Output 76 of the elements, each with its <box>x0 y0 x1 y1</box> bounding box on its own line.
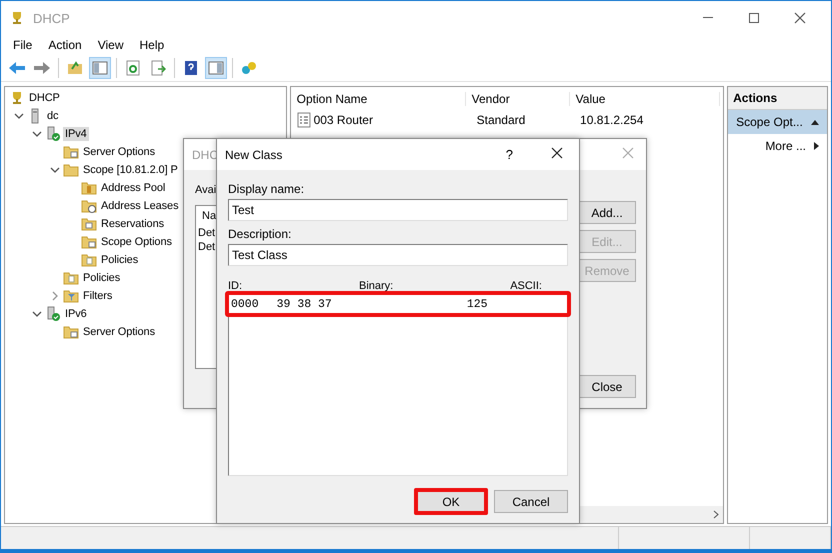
tree-item[interactable]: dc <box>45 109 60 123</box>
dialog-button[interactable]: OK <box>414 488 488 515</box>
column-label: Binary: <box>359 280 394 293</box>
menu-item[interactable]: File <box>5 38 40 52</box>
expand-chevron-icon[interactable] <box>51 291 59 301</box>
id-editor[interactable]: 0000 39 38 37 125 <box>228 293 568 476</box>
ascii-text: 125 <box>466 298 488 310</box>
field-label: Display name: <box>228 182 306 196</box>
scroll-right-icon[interactable] <box>713 510 720 519</box>
more-menu-entry[interactable]: More ... <box>728 134 827 158</box>
column-label: ID: <box>228 280 242 293</box>
list-label: Avai <box>195 184 216 196</box>
dialog-button[interactable]: Cancel <box>494 490 568 513</box>
close-icon[interactable] <box>794 12 806 24</box>
tree-item[interactable]: Reservations <box>99 217 166 231</box>
table-cell-text: Standard <box>476 113 526 127</box>
list-icon <box>296 112 311 128</box>
column-header[interactable]: Option Name <box>290 92 466 106</box>
toolbar-button[interactable] <box>205 57 227 79</box>
list-item[interactable]: Det <box>196 226 216 240</box>
tree-item[interactable]: Policies <box>81 271 122 285</box>
tree-item[interactable]: Scope Options <box>99 235 174 249</box>
scope-options-heading[interactable]: Scope Opt... <box>728 110 827 134</box>
maximize-icon[interactable] <box>749 13 759 23</box>
offset-text: 0000 <box>231 298 259 310</box>
folder-up-icon <box>67 60 83 76</box>
tree-item[interactable]: Filters <box>81 289 114 303</box>
list-item[interactable]: Det <box>196 240 216 254</box>
help-button[interactable]: ? <box>506 147 513 162</box>
binary-text: 39 38 37 <box>276 298 332 310</box>
toolbar-button[interactable] <box>89 57 111 79</box>
menu-item[interactable]: Action <box>40 38 90 52</box>
table-cell-text: 10.81.2.254 <box>579 113 644 127</box>
action-pane-icon <box>208 61 224 75</box>
tree-pane-icon <box>92 61 108 75</box>
server-check-icon <box>45 126 61 142</box>
tree-item[interactable]: Address Pool <box>99 181 168 195</box>
collapse-triangle-icon[interactable] <box>811 120 819 124</box>
column-header[interactable]: Na <box>196 206 216 226</box>
gears-icon <box>240 60 258 76</box>
description-field[interactable]: Test Class <box>228 244 568 266</box>
actions-title: Actions <box>728 87 827 110</box>
tree-item[interactable]: DHCP <box>27 91 62 105</box>
tree-item[interactable]: Server Options <box>81 145 157 159</box>
column-header[interactable]: Value <box>570 92 720 106</box>
close-button[interactable]: Close <box>578 375 636 398</box>
menu-item[interactable]: Help <box>132 38 172 52</box>
field-label: Description: <box>228 227 292 241</box>
refresh-icon <box>125 60 141 76</box>
class-list[interactable]: Na Det Det <box>195 205 217 369</box>
help-icon <box>184 60 198 76</box>
display-name-field[interactable]: Test <box>228 199 568 221</box>
minimize-icon[interactable] <box>703 17 713 19</box>
menu-item[interactable]: View <box>90 38 132 52</box>
collapse-chevron-icon[interactable] <box>50 166 60 174</box>
tree-item[interactable]: IPv4 <box>63 127 89 141</box>
tree-item[interactable]: Scope [10.81.2.0] P <box>81 163 180 177</box>
tree-item[interactable]: Server Options <box>81 325 157 339</box>
window-title: DHCP <box>33 10 70 26</box>
filters-icon <box>63 288 79 304</box>
submenu-triangle-icon[interactable] <box>814 142 819 150</box>
server-check-icon <box>45 306 61 322</box>
back-arrow-icon <box>8 61 26 75</box>
tree-item[interactable]: Policies <box>99 253 140 267</box>
tree-item[interactable]: Address Leases <box>99 199 180 213</box>
folder-icon <box>63 162 79 178</box>
column-label: ASCII: <box>510 280 542 293</box>
column-header[interactable]: Vendor <box>466 92 570 106</box>
dialog-title: New Class <box>225 148 282 162</box>
export-list-icon <box>150 60 166 76</box>
table-cell-text: 003 Router <box>312 113 374 127</box>
collapse-chevron-icon[interactable] <box>32 310 42 318</box>
tree-item[interactable]: IPv6 <box>63 307 89 321</box>
forward-arrow-icon <box>33 61 51 75</box>
close-icon[interactable] <box>551 147 563 159</box>
dialog-button[interactable]: Add... <box>578 201 636 224</box>
